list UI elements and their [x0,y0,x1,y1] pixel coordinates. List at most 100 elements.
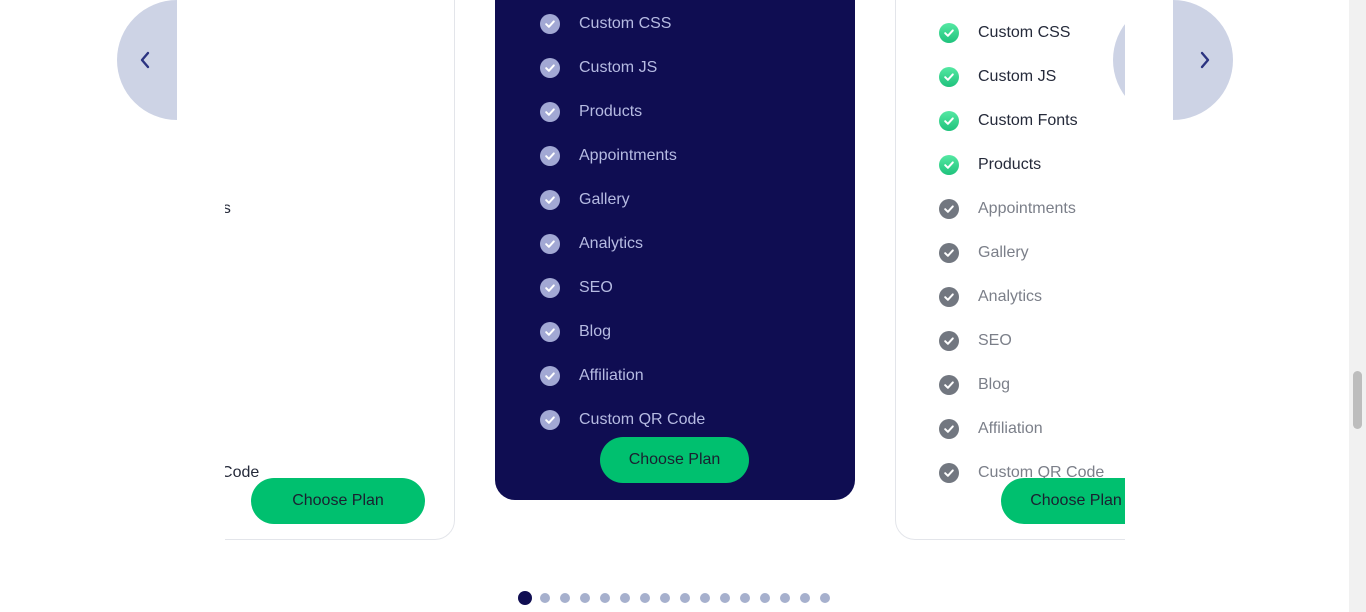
pagination-dot[interactable] [720,593,730,603]
feature-label: Appointments [978,200,1076,217]
feature-item: Affiliation [225,407,259,451]
choose-plan-button[interactable]: Choose Plan [251,478,425,524]
feature-item: Blog [225,363,259,407]
pricing-carousel: Custom CSS Custom JS Custom Fonts Products A… [225,0,1125,560]
feature-item: Gallery [540,178,705,222]
check-icon [540,58,560,78]
choose-plan-button[interactable]: Choose Plan [600,437,749,483]
feature-item: Custom JS [939,55,1104,99]
check-icon [939,23,959,43]
feature-item: Custom QR Code [540,398,705,442]
nav-mask [1125,0,1173,130]
pagination-dot[interactable] [620,593,630,603]
pagination-dot[interactable] [820,593,830,603]
feature-item: SEO [225,319,259,363]
check-icon [540,366,560,386]
feature-item: Affiliation [939,407,1104,451]
check-icon [540,14,560,34]
feature-label: Products [579,103,643,120]
feature-label: SEO [579,279,613,296]
feature-item: Custom Fonts [939,99,1104,143]
feature-item: Custom CSS [540,2,705,46]
feature-label: Custom QR Code [579,411,706,428]
check-icon [939,111,959,131]
feature-item: Appointments [540,134,705,178]
check-icon [939,199,959,219]
feature-label: Custom QR Code [225,464,260,481]
feature-label: Custom Fonts [978,112,1078,129]
pagination-dot[interactable] [680,593,690,603]
check-icon [540,322,560,342]
feature-list: Custom CSS Custom JS Products Appointments G… [540,2,705,442]
feature-item: Analytics [225,275,259,319]
pagination-dot[interactable] [780,593,790,603]
feature-label: Appointments [225,200,231,217]
feature-item: Custom JS [540,46,705,90]
check-icon [540,102,560,122]
feature-list: Custom CSS Custom JS Custom Fonts Products A… [939,11,1104,495]
pricing-card-right: Custom CSS Custom JS Custom Fonts Products A… [895,0,1125,540]
pagination-dot[interactable] [660,593,670,603]
feature-label: Gallery [579,191,630,208]
feature-item: Products [225,143,259,187]
check-icon [540,234,560,254]
feature-label: Custom CSS [978,24,1071,41]
feature-label: Blog [978,376,1011,393]
pagination-dot[interactable] [700,593,710,603]
check-icon [540,410,560,430]
carousel-pagination [518,591,840,605]
feature-item: Analytics [939,275,1104,319]
pagination-dot[interactable] [600,593,610,603]
check-icon [939,375,959,395]
feature-item: Custom CSS [939,11,1104,55]
pagination-dot[interactable] [740,593,750,603]
check-icon [540,278,560,298]
pagination-dot[interactable] [540,593,550,603]
pagination-dot[interactable] [760,593,770,603]
check-icon [939,243,959,263]
choose-plan-button[interactable]: Choose Plan [1001,478,1125,524]
page-scrollbar[interactable] [1349,0,1366,612]
check-icon [540,190,560,210]
feature-label: Analytics [978,288,1043,305]
feature-item: Affiliation [540,354,705,398]
feature-item: Products [939,143,1104,187]
pricing-card-left: Custom CSSCustom JSCustom FontsProductsA… [225,0,455,540]
chevron-left-icon [140,51,150,69]
pagination-dot[interactable] [640,593,650,603]
pricing-card-featured: Custom CSS Custom JS Products Appointments G… [495,0,855,500]
feature-item: Appointments [939,187,1104,231]
feature-label: Appointments [579,147,677,164]
feature-item: Analytics [540,222,705,266]
feature-item: Blog [540,310,705,354]
check-icon [540,146,560,166]
feature-label: Custom CSS [579,15,672,32]
feature-label: Blog [579,323,612,340]
feature-item: SEO [540,266,705,310]
pagination-dot[interactable] [580,593,590,603]
feature-label: Affiliation [579,367,644,384]
feature-item: Gallery [225,231,259,275]
feature-item: Gallery [939,231,1104,275]
feature-item: Appointments [225,187,259,231]
feature-item: Blog [939,363,1104,407]
feature-label: Analytics [579,235,644,252]
feature-item: SEO [939,319,1104,363]
feature-label: Gallery [978,244,1029,261]
check-icon [939,155,959,175]
check-icon [939,419,959,439]
feature-label: Custom JS [579,59,658,76]
pagination-dot[interactable] [800,593,810,603]
feature-label: Custom JS [978,68,1057,85]
feature-label: SEO [978,332,1012,349]
scrollbar-thumb[interactable] [1353,371,1362,429]
check-icon [939,331,959,351]
feature-label: Affiliation [978,420,1043,437]
check-icon [939,287,959,307]
nav-mask [177,0,237,130]
pagination-dot[interactable] [560,593,570,603]
feature-label: Products [978,156,1042,173]
check-icon [939,463,959,483]
feature-item: Products [540,90,705,134]
pagination-dot[interactable] [518,591,532,605]
